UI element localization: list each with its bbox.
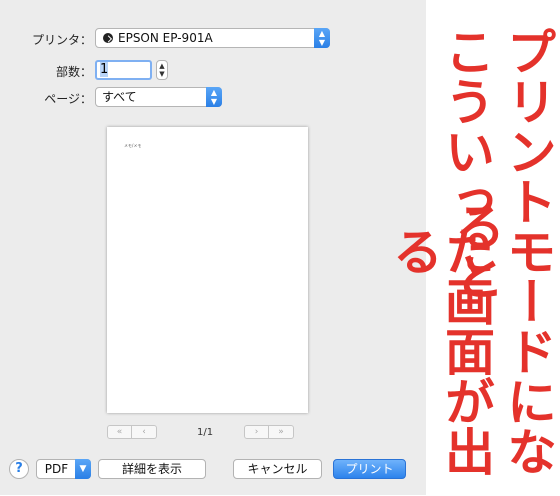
printer-status-icon xyxy=(103,33,113,43)
last-page-button[interactable]: » xyxy=(269,425,294,439)
preview-text: メモ/メモ xyxy=(124,143,142,148)
first-page-button[interactable]: « xyxy=(107,425,132,439)
copies-stepper[interactable]: ▲ ▼ xyxy=(156,60,168,80)
copies-input[interactable]: 1 xyxy=(95,60,152,80)
pdf-button-label: PDF xyxy=(44,462,69,476)
show-details-button[interactable]: 詳細を表示 xyxy=(98,459,206,479)
copies-value: 1 xyxy=(100,62,109,77)
stepper-down-icon[interactable]: ▼ xyxy=(157,70,167,78)
page-indicator: 1/1 xyxy=(197,427,214,438)
prev-page-button[interactable]: ‹ xyxy=(132,425,157,439)
help-button[interactable]: ? xyxy=(9,459,29,479)
next-page-button[interactable]: › xyxy=(244,425,269,439)
print-dialog: プリンタ： EPSON EP-901A ▲ ▼ 部数： 1 ▲ ▼ ページ： すべて… xyxy=(0,0,426,495)
caption-line-left: こういった画面が出る xyxy=(385,26,496,476)
cancel-button[interactable]: キャンセル xyxy=(233,459,322,479)
pages-select[interactable]: すべて ▲ ▼ xyxy=(95,87,222,107)
pdf-button[interactable]: PDF ▼ xyxy=(36,459,91,479)
stepper-up-icon[interactable]: ▲ xyxy=(157,62,167,70)
caption-line-right: プリントモードになると xyxy=(447,26,558,476)
printer-select-value: EPSON EP-901A xyxy=(118,31,213,45)
chevron-down-icon: ▼ xyxy=(75,459,91,479)
pages-select-value: すべて xyxy=(102,90,137,104)
printer-label: プリンタ： xyxy=(31,33,92,47)
page-preview: メモ/メモ xyxy=(107,127,308,413)
copies-label: 部数： xyxy=(55,65,92,79)
printer-select[interactable]: EPSON EP-901A ▲ ▼ xyxy=(95,28,330,48)
pages-label: ページ： xyxy=(44,92,92,106)
print-button[interactable]: プリント xyxy=(333,459,406,479)
nav-back-group: « ‹ xyxy=(107,425,157,439)
popup-arrows-icon: ▲ ▼ xyxy=(314,28,330,48)
nav-forward-group: › » xyxy=(244,425,294,439)
popup-arrows-icon: ▲ ▼ xyxy=(206,87,222,107)
